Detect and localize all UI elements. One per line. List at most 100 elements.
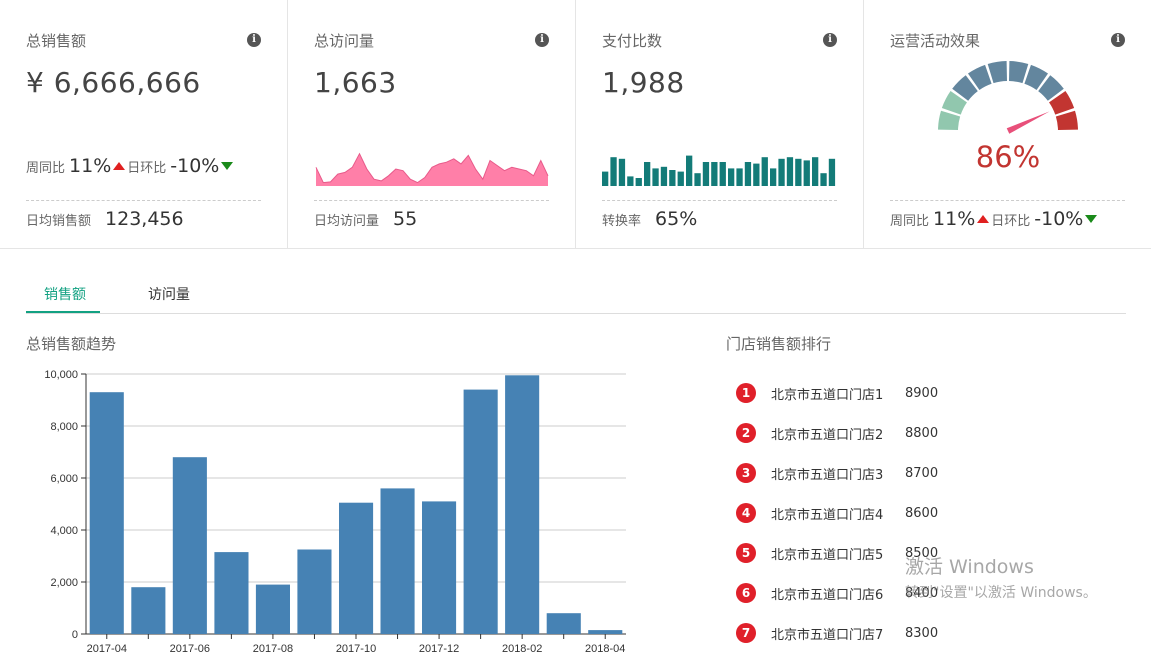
info-icon[interactable]: i (535, 33, 549, 47)
mini-bar (786, 157, 794, 186)
mini-bar (627, 176, 634, 186)
mini-bar (711, 162, 718, 186)
rank-badge: 6 (736, 583, 756, 603)
card-divider (890, 200, 1125, 201)
rank-item: 2 北京市五道口门店2 8800 (736, 413, 1136, 453)
watermark-line1: 激活 Windows (905, 556, 1034, 578)
store-name: 北京市五道口门店6 (771, 587, 884, 603)
ranking-title: 门店销售额排行 (726, 335, 832, 353)
store-name: 北京市五道口门店3 (771, 467, 884, 483)
mini-bar (602, 171, 609, 186)
bar (339, 502, 374, 634)
tab-sales[interactable]: 销售额 (44, 284, 86, 304)
card-value: 1,663 (314, 66, 397, 99)
bar (463, 389, 498, 634)
mini-bar (778, 158, 785, 186)
day-compare-label: 日环比 (127, 160, 167, 176)
week-compare-label: 周同比 (26, 160, 66, 176)
mini-bar (694, 173, 701, 186)
rank-item: 7 北京市五道口门店7 8300 (736, 613, 1136, 653)
x-tick-label: 2018-04 (585, 643, 625, 655)
week-compare-value: 11% (69, 155, 112, 177)
x-tick-label: 2017-08 (253, 643, 293, 655)
footer-label: 日均访问量 (314, 213, 380, 229)
card-footer: 转换率 65% (602, 208, 697, 230)
mini-bar (702, 162, 710, 186)
card-campaign-effect: 运营活动效果 i 86% 周同比 11% 日环比 -10% (864, 0, 1151, 249)
mini-bar (803, 160, 810, 186)
y-tick-label: 8,000 (50, 421, 78, 433)
trend-row: 周同比 11% 日环比 -10% (26, 155, 235, 177)
y-tick-label: 6,000 (50, 473, 78, 485)
info-icon[interactable]: i (1111, 33, 1125, 47)
card-value: ¥ 6,666,666 (26, 66, 201, 99)
bar (546, 613, 581, 634)
visits-sparkline (315, 152, 549, 186)
card-total-visits: 总访问量 i 1,663 日均访问量 55 (288, 0, 576, 249)
gauge-segment (1008, 61, 1029, 84)
y-tick-label: 4,000 (50, 525, 78, 537)
y-tick-label: 0 (72, 629, 78, 641)
store-name: 北京市五道口门店2 (771, 427, 884, 443)
y-tick-label: 10,000 (44, 369, 78, 381)
mini-bar (770, 168, 777, 186)
week-compare-value: 11% (933, 208, 976, 230)
mini-bar (820, 173, 827, 186)
mini-bar (744, 162, 752, 186)
rank-item: 4 北京市五道口门店4 8600 (736, 493, 1136, 533)
gauge-pointer (1006, 111, 1050, 134)
bar (255, 584, 290, 634)
mini-bar (652, 168, 659, 186)
bar (214, 552, 249, 634)
tab-bar: 销售额 访问量 (26, 276, 1126, 314)
card-footer: 日均销售额 123,456 (26, 208, 184, 230)
arrow-up-icon (977, 215, 990, 223)
store-name: 北京市五道口门店4 (771, 507, 884, 523)
mini-bar (753, 163, 760, 186)
mini-bar (686, 155, 693, 186)
sales-trend-title: 总销售额趋势 (26, 335, 117, 353)
mini-bar (761, 157, 768, 186)
rank-item: 1 北京市五道口门店1 8900 (736, 373, 1136, 413)
store-sales-value: 8700 (905, 465, 939, 481)
footer-value: 55 (393, 208, 418, 230)
bar (131, 587, 166, 634)
x-tick-label: 2017-06 (170, 643, 210, 655)
summary-cards: 总销售额 i ¥ 6,666,666 周同比 11% 日环比 -10% 日均销售… (0, 0, 1151, 249)
payments-mini-bar-chart (602, 155, 836, 186)
day-compare-value: -10% (170, 155, 220, 177)
windows-activation-watermark: 激活 Windows 转到"设置"以激活 Windows。 (905, 552, 1097, 602)
mini-bar (795, 158, 802, 186)
bar (588, 630, 623, 634)
y-tick-label: 2,000 (50, 577, 78, 589)
x-tick-label: 2017-04 (87, 643, 127, 655)
store-sales-value: 8800 (905, 425, 939, 441)
store-name: 北京市五道口门店7 (771, 627, 884, 643)
bar (380, 488, 415, 634)
day-compare-value: -10% (1034, 208, 1084, 230)
card-title: 总销售额 (26, 32, 87, 50)
mini-bar (635, 178, 642, 186)
trend-row: 周同比 11% 日环比 -10% (890, 208, 1099, 230)
footer-value: 65% (655, 208, 698, 230)
footer-label: 转换率 (602, 213, 642, 229)
x-tick-label: 2017-10 (336, 643, 376, 655)
bar (505, 375, 540, 634)
info-icon[interactable]: i (247, 33, 261, 47)
mini-bar (677, 171, 684, 186)
card-divider (602, 200, 837, 201)
mini-bar (660, 166, 668, 186)
footer-value: 123,456 (105, 208, 184, 230)
rank-item: 3 北京市五道口门店3 8700 (736, 453, 1136, 493)
card-title: 支付比数 (602, 32, 663, 50)
mini-bar (669, 170, 676, 186)
bar (297, 549, 332, 634)
arrow-down-icon (1085, 215, 1098, 223)
tab-visits[interactable]: 访问量 (148, 284, 190, 304)
bar (89, 392, 124, 634)
card-footer: 日均访问量 55 (314, 208, 417, 230)
gauge-segment (1055, 110, 1078, 131)
bar (172, 457, 207, 634)
x-tick-label: 2017-12 (419, 643, 459, 655)
info-icon[interactable]: i (823, 33, 837, 47)
